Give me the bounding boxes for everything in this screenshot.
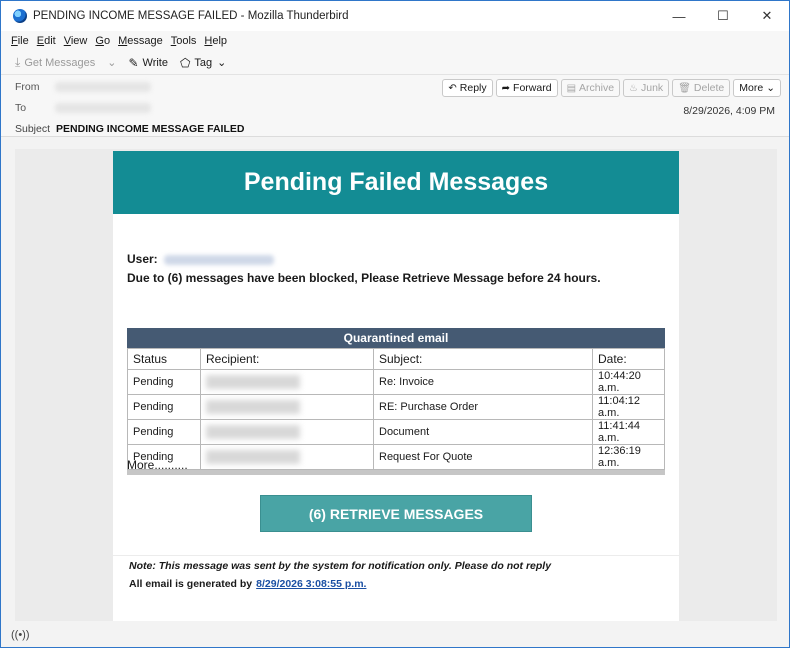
- row-subject: Request For Quote: [373, 444, 593, 470]
- more-button[interactable]: More ⌄: [733, 79, 781, 97]
- junk-button[interactable]: ♨ Junk: [623, 79, 670, 97]
- user-line: User:: [127, 252, 274, 266]
- email-content: Pending Failed Messages User: Due to (6)…: [113, 151, 679, 621]
- message-body-pane: Pending Failed Messages User: Due to (6)…: [15, 149, 777, 621]
- message-date: 8/29/2026, 4:09 PM: [683, 105, 775, 117]
- menu-file[interactable]: File: [11, 35, 29, 47]
- menu-bar: File Edit View Go Message Tools Help: [1, 31, 789, 51]
- table-row: Pending Document 11:41:44 a.m.: [127, 419, 665, 445]
- to-value-redacted: [55, 103, 151, 113]
- row-date: 11:04:12 a.m.: [592, 394, 665, 420]
- divider: [113, 555, 679, 556]
- maximize-button[interactable]: ☐: [701, 1, 745, 31]
- write-button[interactable]: ✎ Write: [128, 56, 168, 70]
- menu-tools[interactable]: Tools: [171, 35, 197, 47]
- banner-title: Pending Failed Messages: [243, 168, 549, 196]
- note-text: Note: This message was sent by the syste…: [129, 560, 552, 572]
- from-value-redacted: [55, 82, 151, 92]
- row-subject: RE: Purchase Order: [373, 394, 593, 420]
- row-status: Pending: [127, 394, 201, 420]
- status-bar: ((•)): [1, 623, 789, 647]
- menu-help[interactable]: Help: [204, 35, 227, 47]
- minimize-button[interactable]: —: [657, 1, 701, 31]
- forward-button[interactable]: ➦ Forward: [495, 79, 558, 97]
- message-header: From To Subject PENDING INCOME MESSAGE FA…: [1, 75, 789, 137]
- row-subject: Document: [373, 419, 593, 445]
- table-footer-bar: [127, 470, 665, 475]
- get-messages-button[interactable]: ⤓ Get Messages: [15, 55, 95, 70]
- close-button[interactable]: ✕: [745, 1, 789, 31]
- from-label: From: [15, 81, 40, 93]
- notice-text: Due to (6) messages have been blocked, P…: [127, 271, 601, 285]
- email-banner: Pending Failed Messages: [113, 151, 679, 214]
- column-subject: Subject:: [373, 348, 593, 370]
- subject-value: PENDING INCOME MESSAGE FAILED: [56, 123, 245, 135]
- table-row: Pending Re: Invoice 10:44:20 a.m.: [127, 369, 665, 395]
- column-status: Status: [127, 348, 201, 370]
- archive-icon: ▤: [566, 82, 577, 94]
- column-recipient: Recipient:: [200, 348, 374, 370]
- main-toolbar: ⤓ Get Messages ⌄ ✎ Write ⬠ Tag ⌄: [1, 51, 789, 75]
- table-row: Pending Request For Quote 12:36:19 a.m.: [127, 444, 665, 470]
- user-value-redacted: [163, 254, 274, 265]
- row-status: Pending: [127, 419, 201, 445]
- column-date: Date:: [592, 348, 665, 370]
- flame-icon: ♨: [629, 82, 638, 94]
- row-recipient-redacted: [200, 369, 374, 395]
- retrieve-messages-button[interactable]: (6) RETRIEVE MESSAGES: [260, 495, 532, 532]
- download-icon: ⤓: [15, 55, 21, 69]
- reply-icon: ↶: [448, 82, 457, 94]
- chevron-down-icon: ⌄: [107, 57, 117, 69]
- quarantine-table: Quarantined email Status Recipient: Subj…: [127, 328, 665, 475]
- window-title: PENDING INCOME MESSAGE FAILED - Mozilla …: [33, 10, 349, 22]
- menu-message[interactable]: Message: [118, 35, 163, 47]
- row-date: 11:41:44 a.m.: [592, 419, 665, 445]
- row-recipient-redacted: [200, 419, 374, 445]
- tag-icon: ⬠: [179, 55, 191, 70]
- trash-icon: 🗑: [678, 82, 691, 94]
- menu-edit[interactable]: Edit: [37, 35, 56, 47]
- pencil-icon: ✎: [128, 55, 139, 70]
- menu-go[interactable]: Go: [95, 35, 110, 47]
- chevron-down-icon: ⌄: [217, 57, 227, 69]
- table-title: Quarantined email: [127, 328, 665, 348]
- get-messages-dropdown[interactable]: ⌄: [107, 56, 116, 69]
- row-date: 12:36:19 a.m.: [592, 444, 665, 470]
- generated-line: All email is generated by 8/29/2026 3:08:…: [129, 578, 367, 590]
- menu-view[interactable]: View: [64, 35, 88, 47]
- generated-link[interactable]: 8/29/2026 3:08:55 p.m.: [256, 578, 366, 590]
- wifi-icon: ((•)): [11, 629, 30, 641]
- row-recipient-redacted: [200, 444, 374, 470]
- tag-button[interactable]: ⬠ Tag ⌄: [180, 56, 226, 70]
- thunderbird-window: PENDING INCOME MESSAGE FAILED - Mozilla …: [0, 0, 790, 648]
- delete-button[interactable]: 🗑 Delete: [672, 79, 731, 97]
- row-subject: Re: Invoice: [373, 369, 593, 395]
- forward-icon: ➦: [501, 82, 511, 94]
- more-text: More..........: [127, 458, 188, 472]
- to-label: To: [15, 102, 27, 114]
- archive-button[interactable]: ▤ Archive: [560, 79, 621, 97]
- chevron-down-icon: ⌄: [766, 82, 775, 94]
- row-date: 10:44:20 a.m.: [592, 369, 665, 395]
- title-bar: PENDING INCOME MESSAGE FAILED - Mozilla …: [1, 1, 789, 31]
- row-status: Pending: [127, 369, 201, 395]
- thunderbird-icon: [13, 9, 27, 23]
- subject-row: Subject PENDING INCOME MESSAGE FAILED: [15, 123, 245, 135]
- message-action-bar: ↶ Reply ➦ Forward ▤ Archive ♨ Junk 🗑 Delete M…: [439, 79, 781, 97]
- table-row: Pending RE: Purchase Order 11:04:12 a.m.: [127, 394, 665, 420]
- reply-button[interactable]: ↶ Reply: [442, 79, 493, 97]
- row-recipient-redacted: [200, 394, 374, 420]
